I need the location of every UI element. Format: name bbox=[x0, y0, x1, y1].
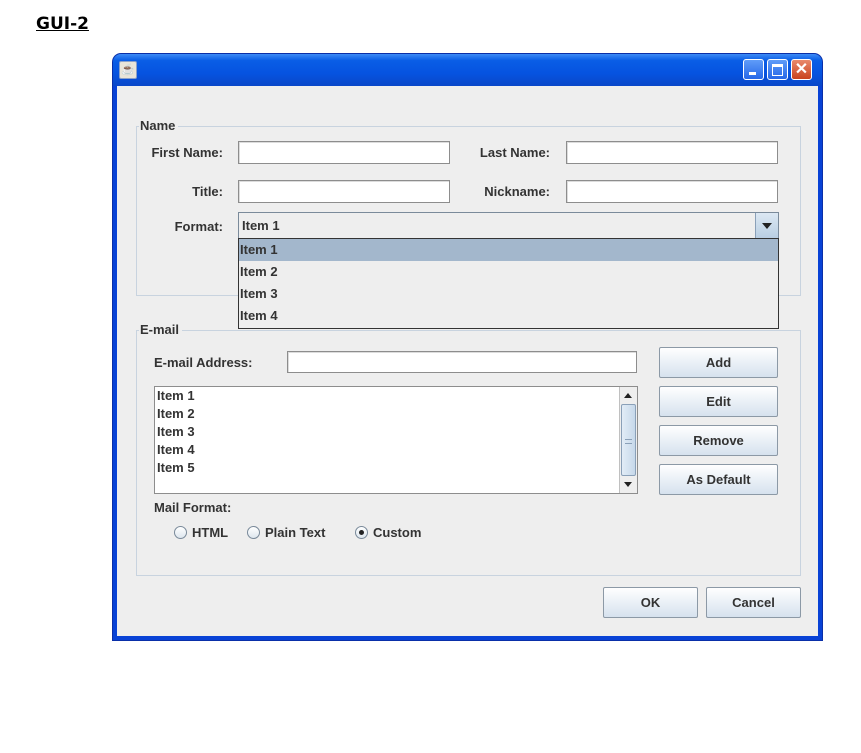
radio-html-label: HTML bbox=[192, 525, 229, 540]
list-item[interactable]: Item 3 bbox=[155, 423, 637, 441]
email-group-title: E-mail bbox=[139, 322, 183, 337]
email-list[interactable]: Item 1 Item 2 Item 3 Item 4 Item 5 bbox=[154, 386, 638, 494]
radio-plain-text[interactable]: Plain Text bbox=[247, 525, 325, 540]
first-name-field[interactable] bbox=[238, 141, 450, 164]
document-heading: GUI-2 bbox=[36, 14, 89, 34]
add-button[interactable]: Add bbox=[659, 347, 778, 378]
scroll-down-icon[interactable] bbox=[620, 476, 637, 493]
dialog-window: ☕ ✕ Name First Name: Last Name: Title: N… bbox=[113, 54, 822, 640]
radio-custom[interactable]: Custom bbox=[355, 525, 421, 540]
list-item[interactable]: Item 4 bbox=[155, 441, 637, 459]
scroll-thumb[interactable] bbox=[621, 404, 636, 476]
radio-custom-label: Custom bbox=[373, 525, 422, 540]
mail-format-label: Mail Format: bbox=[154, 500, 232, 515]
close-icon: ✕ bbox=[794, 61, 809, 78]
title-bar[interactable]: ☕ ✕ bbox=[113, 54, 822, 86]
radio-unselected-icon bbox=[247, 526, 260, 539]
cancel-button[interactable]: Cancel bbox=[706, 587, 801, 618]
format-combobox[interactable]: Item 1 bbox=[238, 212, 779, 239]
list-item[interactable]: Item 1 bbox=[155, 387, 637, 405]
title-label: Title: bbox=[192, 184, 223, 199]
radio-plain-text-label: Plain Text bbox=[265, 525, 326, 540]
nickname-field[interactable] bbox=[566, 180, 778, 203]
last-name-label: Last Name: bbox=[479, 145, 550, 160]
ok-button[interactable]: OK bbox=[603, 587, 698, 618]
format-selected-value: Item 1 bbox=[242, 218, 280, 233]
minimize-button[interactable] bbox=[743, 59, 764, 80]
last-name-field[interactable] bbox=[566, 141, 778, 164]
maximize-button[interactable] bbox=[767, 59, 788, 80]
dropdown-option[interactable]: Item 3 bbox=[239, 283, 778, 305]
dropdown-option[interactable]: Item 2 bbox=[239, 261, 778, 283]
radio-unselected-icon bbox=[174, 526, 187, 539]
list-item[interactable]: Item 2 bbox=[155, 405, 637, 423]
radio-html[interactable]: HTML bbox=[174, 525, 228, 540]
format-label: Format: bbox=[174, 219, 223, 234]
title-field[interactable] bbox=[238, 180, 450, 203]
dropdown-option[interactable]: Item 4 bbox=[239, 305, 778, 327]
list-item[interactable]: Item 5 bbox=[155, 459, 637, 477]
scroll-up-icon[interactable] bbox=[620, 387, 637, 404]
vertical-scrollbar[interactable] bbox=[619, 387, 637, 493]
remove-button[interactable]: Remove bbox=[659, 425, 778, 456]
name-group-title: Name bbox=[139, 118, 179, 133]
first-name-label: First Name: bbox=[151, 145, 223, 160]
radio-selected-icon bbox=[355, 526, 368, 539]
close-button[interactable]: ✕ bbox=[791, 59, 812, 80]
dialog-content: Name First Name: Last Name: Title: Nickn… bbox=[117, 86, 818, 636]
format-dropdown-popup: Item 1 Item 2 Item 3 Item 4 bbox=[238, 238, 779, 329]
email-address-field[interactable] bbox=[287, 351, 637, 373]
dropdown-option[interactable]: Item 1 bbox=[239, 239, 778, 261]
chevron-down-icon[interactable] bbox=[755, 213, 778, 238]
java-coffee-icon: ☕ bbox=[119, 61, 137, 79]
as-default-button[interactable]: As Default bbox=[659, 464, 778, 495]
edit-button[interactable]: Edit bbox=[659, 386, 778, 417]
email-address-label: E-mail Address: bbox=[154, 355, 253, 370]
nickname-label: Nickname: bbox=[484, 184, 550, 199]
